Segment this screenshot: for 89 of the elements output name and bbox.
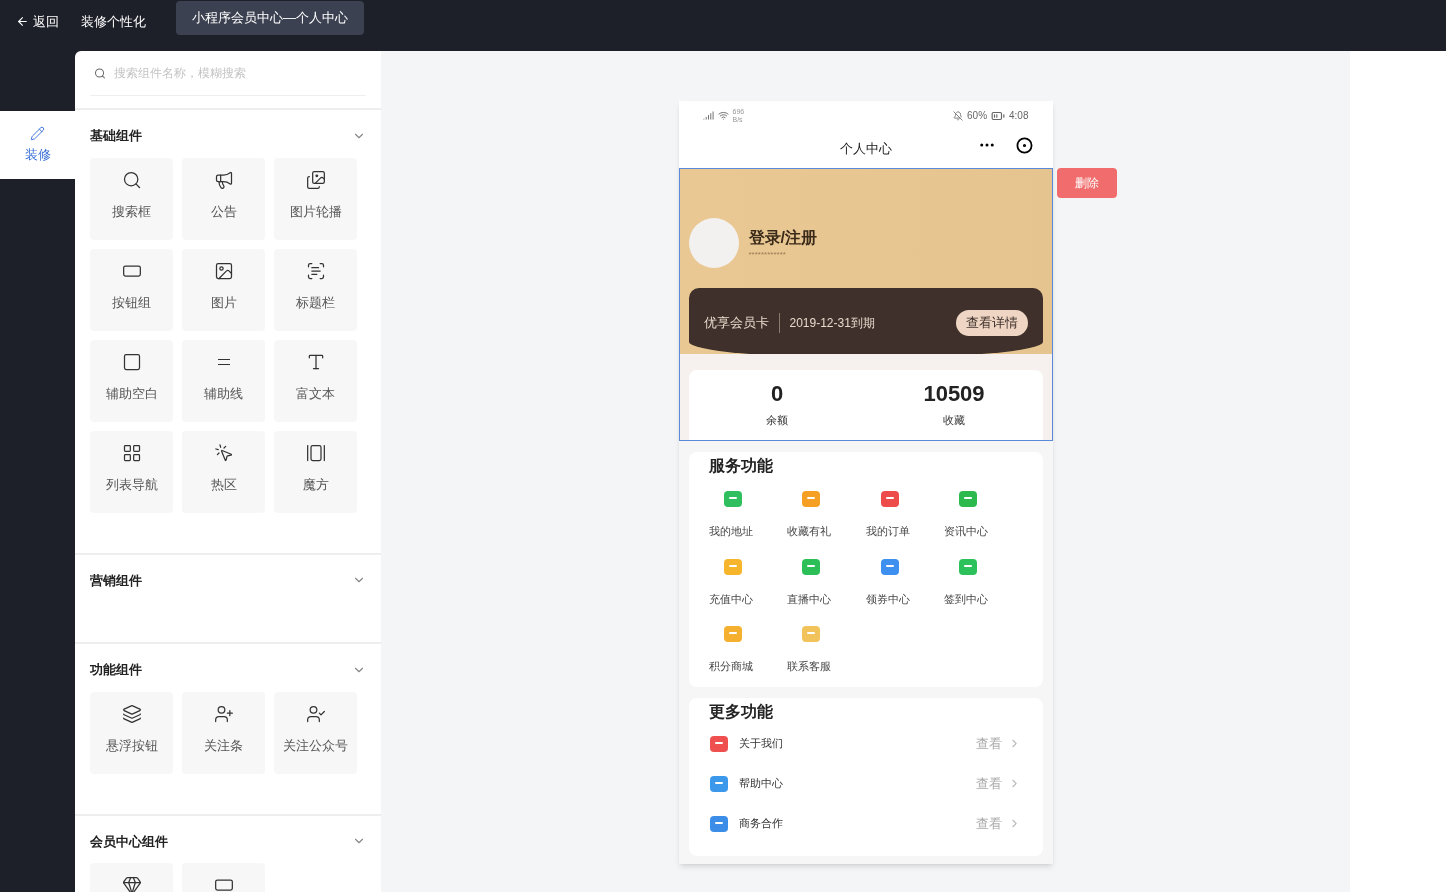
signal-icon [702, 110, 714, 121]
screen-title: 个人中心 [839, 140, 892, 159]
bell-off-icon [953, 110, 963, 121]
component-tile[interactable]: 搜索框 [90, 157, 173, 240]
tile-label: 搜索框 [112, 202, 151, 221]
layers-icon [121, 703, 142, 724]
group-title: 营销组件 [90, 571, 142, 590]
menu-item[interactable]: 商务合作 [738, 815, 783, 832]
menu-item[interactable]: 关于我们 [738, 735, 783, 752]
component-tile[interactable]: 悬浮按钮 [90, 691, 173, 774]
square-icon [121, 351, 142, 372]
wifi-icon [717, 110, 729, 121]
component-tile[interactable]: 富文本 [274, 339, 357, 422]
component-tile[interactable] [182, 863, 265, 892]
service-item[interactable]: 直播中心 [787, 557, 847, 607]
component-tile[interactable]: 列表导航 [90, 430, 173, 513]
page-tab[interactable]: 小程序会员中心—个人中心 [176, 1, 364, 35]
service-item[interactable]: 收藏有礼 [787, 490, 847, 540]
gallery-icon [305, 442, 326, 463]
page-title: 装修个性化 [81, 13, 146, 31]
search-icon [94, 66, 107, 80]
service-item[interactable]: 联系客服 [787, 625, 847, 675]
pointer-icon [213, 442, 234, 463]
group-title: 功能组件 [90, 661, 142, 679]
tile-label: 辅助线 [204, 384, 243, 403]
component-tile[interactable]: 图片轮播 [274, 157, 357, 240]
tile-label: 标题栏 [296, 293, 335, 312]
card-name: 优享会员卡 [703, 313, 780, 333]
component-tile[interactable]: 关注条 [182, 691, 265, 774]
service-item[interactable]: 积分商城 [708, 625, 769, 675]
login-link[interactable]: 登录/注册 [748, 226, 817, 250]
user-check-icon [305, 703, 326, 724]
back-button[interactable]: 返回 [16, 12, 59, 32]
component-tile[interactable]: 图片 [182, 248, 265, 331]
tile-label: 图片 [210, 293, 237, 312]
component-tile[interactable]: 关注公众号 [274, 691, 357, 774]
tile-label: 关注公众号 [283, 736, 348, 755]
component-tile[interactable] [90, 863, 173, 892]
component-tile[interactable]: 按钮组 [90, 248, 173, 331]
masked-id: ************ [748, 250, 787, 260]
section-title: 服务功能 [708, 456, 774, 476]
component-tile[interactable]: 热区 [182, 430, 265, 513]
tile-label: 热区 [210, 475, 237, 494]
megaphone-icon [213, 169, 234, 190]
tile-label: 图片轮播 [289, 202, 342, 221]
service-item[interactable]: 领券中心 [865, 557, 926, 607]
service-item[interactable]: 充值中心 [708, 557, 769, 607]
user-plus-icon [213, 703, 234, 724]
search-icon [121, 169, 142, 190]
rail-tab[interactable]: 装修 [0, 111, 75, 179]
component-tile[interactable]: 辅助线 [182, 339, 265, 422]
tile-label: 辅助空白 [105, 384, 158, 403]
stat-label: 收藏 [943, 413, 965, 428]
target-icon[interactable] [1015, 136, 1033, 154]
tile-label: 按钮组 [112, 293, 151, 312]
tile-label: 富文本 [296, 384, 335, 403]
component-tile[interactable]: 魔方 [274, 430, 357, 513]
image-icon [213, 260, 234, 281]
component-tile[interactable]: 标题栏 [274, 248, 357, 331]
grid-icon [121, 442, 142, 463]
tile-label: 魔方 [302, 475, 329, 494]
group-title: 会员中心组件 [90, 832, 168, 851]
service-item[interactable]: 资讯中心 [944, 490, 1004, 540]
frame-text-icon [305, 260, 326, 281]
details-button[interactable]: 查看详情 [955, 310, 1028, 336]
tile-label: 公告 [210, 202, 237, 221]
tile-label: 悬浮按钮 [105, 736, 158, 755]
tile-label: 关注条 [204, 736, 243, 755]
member-header[interactable]: 登录/注册 ************ 优享会员卡 2019-12-31到期 查看详情 0 余额 10509 收藏 [678, 168, 1053, 441]
service-item[interactable]: 我的订单 [865, 490, 926, 540]
images-icon [305, 169, 326, 190]
arrow-left-icon [16, 15, 29, 29]
section-title: 更多功能 [708, 701, 774, 722]
stat-label: 余额 [766, 413, 788, 428]
menu-item[interactable]: 帮助中心 [738, 775, 783, 792]
tile-label: 列表导航 [105, 475, 158, 494]
battery-percent: 60% [967, 109, 988, 123]
pencil-icon [30, 125, 45, 141]
component-tile[interactable]: 辅助空白 [90, 339, 173, 422]
clock: 4:08 [1009, 109, 1029, 123]
card-expiry: 2019-12-31到期 [788, 315, 875, 332]
service-item[interactable]: 签到中心 [944, 557, 1004, 607]
component-tile[interactable]: 公告 [182, 157, 265, 240]
group-title: 基础组件 [90, 127, 142, 145]
diamond-icon [121, 875, 142, 892]
service-item[interactable]: 我的地址 [708, 490, 769, 540]
stat-value: 10509 [923, 380, 985, 408]
double-line-icon [217, 358, 230, 365]
stat-value: 0 [770, 380, 784, 408]
